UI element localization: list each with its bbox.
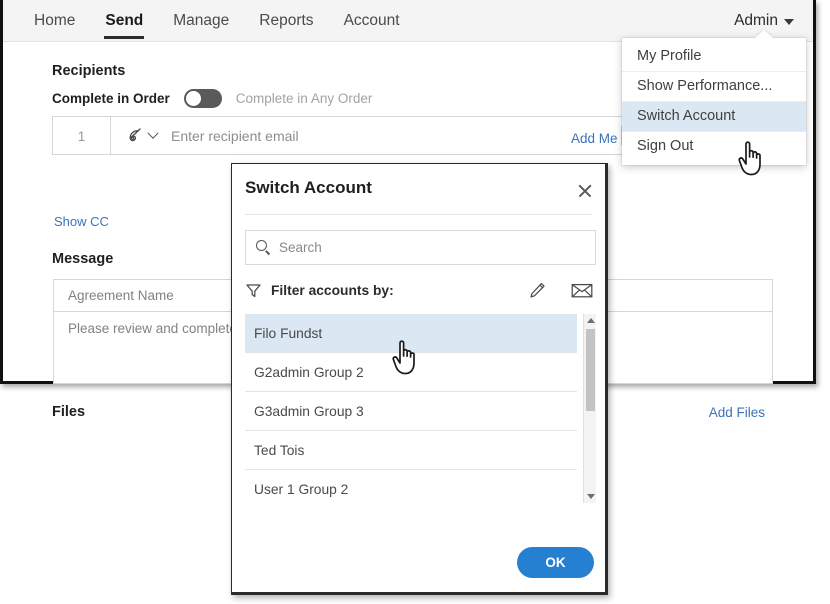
filter-accounts-label: Filter accounts by:: [271, 282, 394, 298]
close-icon[interactable]: [577, 183, 593, 199]
account-list-scrollbar[interactable]: [583, 314, 596, 503]
recipient-role-selector[interactable]: [111, 117, 171, 154]
menu-item-my-profile[interactable]: My Profile: [622, 42, 806, 72]
nav-item-send[interactable]: Send: [90, 0, 158, 42]
nav-item-home[interactable]: Home: [19, 0, 90, 42]
show-cc-link[interactable]: Show CC: [54, 214, 109, 229]
account-search-input[interactable]: Search: [245, 230, 596, 265]
scroll-up-arrow-icon[interactable]: [587, 318, 595, 323]
filter-accounts-row: Filter accounts by:: [245, 276, 596, 304]
files-section-title: Files: [52, 404, 86, 420]
menu-item-sign-out[interactable]: Sign Out: [622, 132, 806, 161]
toggle-knob: [185, 91, 201, 106]
scroll-down-arrow-icon[interactable]: [587, 494, 595, 499]
completion-order-toggle[interactable]: [183, 89, 222, 108]
dialog-title: Switch Account: [245, 178, 372, 197]
add-files-link[interactable]: Add Files: [709, 405, 765, 420]
funnel-filter-icon[interactable]: [245, 282, 262, 299]
list-item[interactable]: G2admin Group 2: [245, 353, 577, 392]
recipients-section-title: Recipients: [52, 63, 126, 79]
envelope-icon[interactable]: [570, 279, 594, 301]
message-section-title: Message: [52, 251, 114, 267]
ok-button[interactable]: OK: [517, 547, 594, 578]
admin-menu-label: Admin: [734, 12, 778, 29]
account-list: Filo Fundst G2admin Group 2 G3admin Grou…: [245, 314, 596, 503]
chevron-down-icon: [147, 127, 159, 139]
search-icon: [256, 240, 271, 255]
list-item[interactable]: User 1 Group 2: [245, 470, 577, 503]
menu-item-show-performance[interactable]: Show Performance...: [622, 72, 806, 102]
completion-order-row: Complete in Order Complete in Any Order: [52, 89, 372, 108]
signature-pen-icon: [129, 127, 141, 141]
menu-item-switch-account[interactable]: Switch Account: [622, 102, 806, 132]
list-item[interactable]: G3admin Group 3: [245, 392, 577, 431]
chevron-down-icon: [784, 19, 794, 25]
nav-item-list: Home Send Manage Reports Account: [19, 0, 415, 42]
account-search-placeholder: Search: [279, 240, 322, 255]
nav-item-account[interactable]: Account: [329, 0, 415, 42]
nav-item-reports[interactable]: Reports: [244, 0, 328, 42]
complete-in-order-label: Complete in Order: [52, 91, 170, 106]
switch-account-dialog: Switch Account Search Filter accounts by…: [231, 163, 608, 595]
dialog-header-divider: [245, 214, 592, 215]
scrollbar-thumb[interactable]: [586, 329, 595, 411]
list-item[interactable]: Ted Tois: [245, 431, 577, 470]
dropdown-arrow-icon: [755, 30, 773, 38]
add-me-link[interactable]: Add Me: [571, 131, 618, 146]
pencil-icon[interactable]: [526, 279, 548, 301]
admin-dropdown-menu: My Profile Show Performance... Switch Ac…: [622, 30, 806, 165]
nav-item-manage[interactable]: Manage: [158, 0, 244, 42]
top-navigation-bar: Home Send Manage Reports Account Admin: [3, 0, 813, 42]
list-item[interactable]: Filo Fundst: [245, 314, 577, 353]
complete-in-any-order-label: Complete in Any Order: [235, 91, 373, 106]
recipient-index-number: 1: [53, 117, 111, 154]
dialog-header: Switch Account: [232, 164, 605, 213]
